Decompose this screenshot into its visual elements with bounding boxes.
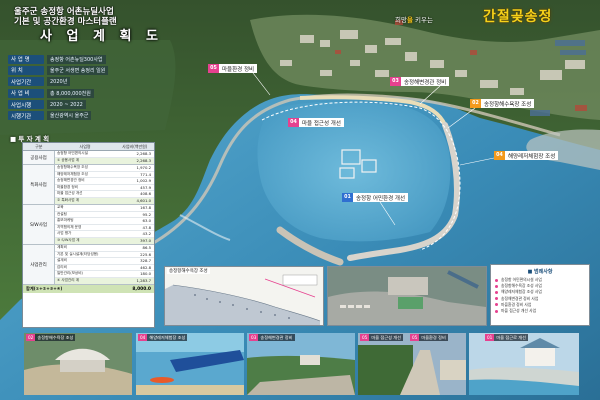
photo-label-number: 02 [26, 334, 36, 341]
photo-label-3: 03 송정해변경관 정비 [249, 334, 295, 341]
photo-label-number: 04 [138, 334, 148, 341]
bottom-photo-2 [136, 333, 244, 395]
photo-label-4: 05 마을 접근성 개선 [360, 334, 403, 341]
legend-dot [495, 297, 498, 301]
legend-text: 마을환경 정비 사업 [501, 301, 532, 307]
legend-text: 해양레저체험장 조성 사업 [501, 289, 542, 295]
harbor-aerial-image [328, 267, 486, 325]
bottom-photo-3 [247, 333, 355, 395]
legend-text: 송정항해수욕장 조성 사업 [501, 283, 542, 289]
legend-dot [495, 284, 498, 288]
legend-text: 송정항 어민편의시설 사업 [501, 277, 542, 283]
legend-text: 송정해변경관 정비 사업 [501, 295, 539, 301]
photo-label-text: 마을 접근로 개선 [494, 334, 528, 341]
bottom-photo-1 [24, 333, 132, 395]
photo-label-2: 04 해양레저체험장 조성 [138, 334, 188, 341]
photo-label-text: 마을환경 정비 [419, 334, 448, 341]
photo-label-number: 01 [485, 334, 495, 341]
photo-label-1: 02 송정항해수욕장 조성 [26, 334, 76, 341]
legend-title: ■ 범례사항 [527, 269, 553, 275]
photo-label-6: 01 마을 접근로 개선 [485, 334, 528, 341]
legend-dot [495, 278, 498, 282]
photo-label-text: 마을 접근성 개선 [369, 334, 403, 341]
legend-text: 마을 접근성 개선 사업 [501, 308, 537, 314]
legend-dot [495, 309, 498, 313]
photo-label-number: 05 [410, 334, 420, 341]
bottom-photo-5 [469, 333, 579, 395]
legend-dot [495, 290, 498, 294]
photo-label-5: 05 마을환경 정비 [410, 334, 448, 341]
harbor-aerial-panel [327, 266, 487, 326]
legend-item: 마을 접근성 개선 사업 [495, 308, 585, 314]
legend-box: ■ 범례사항 송정항 어민편의시설 사업 송정항해수욕장 조성 사업 해양레저체… [490, 264, 590, 326]
photo-label-number: 05 [360, 334, 370, 341]
photo-label-number: 03 [249, 334, 259, 341]
photo-label-text: 송정항해수욕장 조성 [35, 334, 76, 341]
bottom-photo-4 [358, 333, 466, 395]
beach-plan-drawing [165, 267, 323, 325]
legend-dot [495, 303, 498, 307]
beach-plan-panel: 송정항해수욕장 조성 [164, 266, 324, 326]
photo-label-text: 송정해변경관 정비 [258, 334, 295, 341]
photo-label-text: 해양레저체험장 조성 [147, 334, 188, 341]
beach-plan-title: 송정항해수욕장 조성 [167, 268, 210, 274]
